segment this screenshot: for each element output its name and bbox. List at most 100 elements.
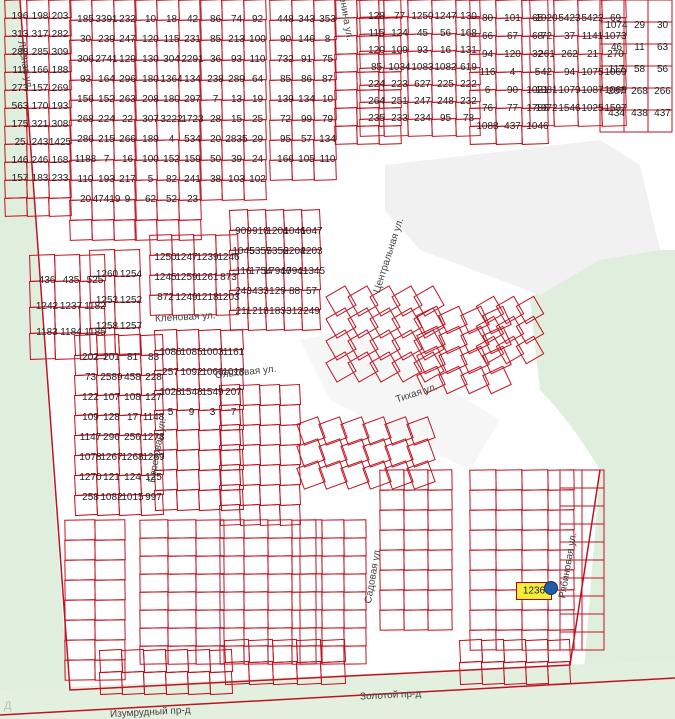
parcel-outline — [379, 589, 405, 611]
parcel-outline — [334, 89, 358, 109]
parcel-outline — [156, 119, 180, 141]
parcel-outline — [547, 509, 575, 531]
parcel-outline — [334, 53, 358, 73]
parcel-outline — [431, 50, 457, 69]
parcel-outline — [246, 229, 268, 251]
parcel-outline — [48, 143, 72, 163]
parcel-outline — [321, 555, 345, 575]
parcel-outline — [269, 39, 293, 61]
parcel-outline — [117, 373, 143, 397]
map-canvas[interactable] — [0, 0, 675, 719]
parcel-outline — [139, 609, 169, 629]
parcel-outline — [469, 125, 497, 145]
parcel-outline — [156, 159, 180, 181]
parcel-outline — [559, 487, 583, 507]
parcel-outline — [599, 109, 625, 133]
parcel-outline — [246, 209, 268, 231]
parcel-outline — [142, 648, 168, 674]
parcel-outline — [238, 503, 262, 527]
parcel-outline — [502, 638, 528, 664]
parcel-outline — [48, 107, 72, 127]
parcel-outline — [215, 254, 239, 276]
parcel-outline — [553, 17, 579, 37]
parcel-outline — [383, 0, 409, 18]
parcel-outline — [267, 627, 293, 647]
parcel-outline — [469, 35, 497, 55]
parcel-outline — [171, 274, 195, 296]
parcel-outline — [149, 274, 173, 296]
parcel-outline — [73, 413, 99, 437]
parcel-outline — [134, 179, 158, 201]
parcel-outline — [547, 469, 575, 491]
parcel-outline — [69, 159, 93, 181]
parcel-outline — [69, 179, 93, 201]
parcel-outline — [495, 35, 523, 55]
parcel-outline — [427, 509, 453, 531]
parcel-outline — [95, 493, 121, 517]
parcel-outline — [469, 53, 497, 73]
parcel-outline — [228, 249, 250, 271]
parcel-outline — [134, 0, 158, 21]
parcel-outline — [623, 21, 649, 45]
parcel-outline — [524, 638, 550, 664]
parcel-outline — [139, 493, 165, 517]
parcel-outline — [178, 119, 202, 141]
parcel-outline — [113, 59, 137, 81]
parcel-outline — [218, 483, 242, 507]
parcel-outline — [199, 179, 223, 201]
parcel-outline — [178, 79, 202, 101]
selected-parcel-label: 1236 — [522, 585, 546, 597]
parcel-outline — [647, 43, 673, 67]
parcel-outline — [48, 125, 72, 145]
parcel-outline — [455, 16, 481, 35]
parcel-outline — [95, 473, 121, 497]
parcel-outline — [139, 393, 165, 417]
parcel-outline — [139, 519, 169, 539]
parcel-outline — [383, 67, 409, 86]
parcel-outline — [243, 159, 267, 181]
parcel-outline — [403, 469, 429, 491]
parcel-outline — [113, 99, 137, 121]
parcel-outline — [300, 269, 322, 291]
parcel-outline — [197, 348, 223, 372]
parcel-outline — [113, 119, 137, 141]
parcel-outline — [379, 529, 405, 551]
parcel-outline — [91, 39, 115, 61]
parcel-outline — [559, 505, 583, 525]
parcel-outline — [114, 249, 141, 277]
parcel-outline — [521, 509, 549, 531]
parcel-outline — [95, 353, 121, 377]
parcel-outline — [343, 573, 367, 593]
parcel-outline — [267, 573, 293, 593]
parcel-outline — [113, 199, 137, 221]
parcel-outline — [134, 159, 158, 181]
parcel-outline — [54, 280, 81, 308]
parcel-outline — [156, 99, 180, 121]
parcel-outline — [243, 139, 267, 161]
location-marker-icon[interactable] — [544, 581, 558, 595]
parcel-outline — [269, 19, 293, 41]
parcel-outline — [599, 21, 625, 45]
parcel-outline — [117, 393, 143, 417]
parcel-outline — [156, 179, 180, 201]
parcel-outline — [134, 19, 158, 41]
parcel-outline — [153, 388, 179, 412]
cadastral-map[interactable]: 196 198 203 313 317 282 283 285 309 111 166 188 273 1… — [0, 0, 675, 719]
parcel-outline — [243, 537, 269, 557]
parcel-outline — [221, 0, 245, 21]
parcel-outline — [167, 645, 197, 665]
parcel-outline — [291, 591, 317, 611]
parcel-outline — [167, 537, 197, 557]
parcel-outline — [48, 17, 72, 37]
parcel-outline — [291, 609, 317, 629]
parcel-outline — [94, 559, 126, 581]
parcel-outline — [134, 139, 158, 161]
parcel-outline — [521, 71, 549, 91]
parcel-outline — [79, 306, 106, 334]
parcel-outline — [313, 19, 337, 41]
parcel-outline — [175, 448, 201, 472]
parcel-outline — [529, 17, 555, 37]
parcel-outline — [139, 373, 165, 397]
parcel-outline — [113, 39, 137, 61]
parcel-outline — [407, 0, 433, 18]
